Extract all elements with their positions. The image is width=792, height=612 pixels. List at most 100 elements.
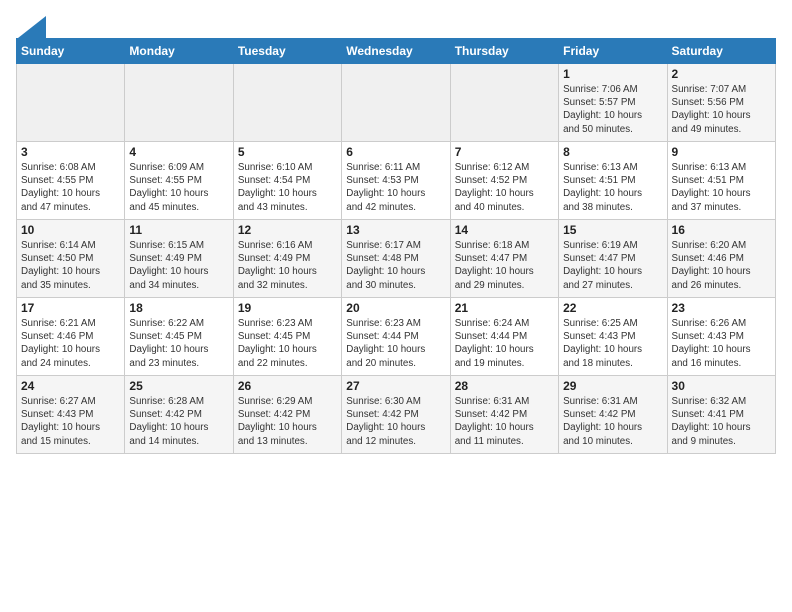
day-number: 29 (563, 379, 662, 393)
calendar-cell (233, 64, 341, 142)
day-info: Sunrise: 6:24 AM Sunset: 4:44 PM Dayligh… (455, 317, 554, 370)
calendar-cell: 14 Sunrise: 6:18 AM Sunset: 4:47 PM Dayli… (450, 220, 558, 298)
day-number: 21 (455, 301, 554, 315)
calendar-cell (342, 64, 450, 142)
week-row-4: 17Sunrise: 6:21 AM Sunset: 4:46 PM Dayli… (17, 298, 776, 376)
header-row: SundayMondayTuesdayWednesdayThursdayFrid… (17, 39, 776, 64)
calendar-cell: 18Sunrise: 6:22 AM Sunset: 4:45 PM Dayli… (125, 298, 233, 376)
day-number: 30 (672, 379, 771, 393)
day-number: 1 (563, 67, 662, 81)
header (16, 12, 776, 34)
calendar-cell: 11Sunrise: 6:15 AM Sunset: 4:49 PM Dayli… (125, 220, 233, 298)
day-number: 20 (346, 301, 445, 315)
day-number: 7 (455, 145, 554, 159)
day-info: Sunrise: 6:11 AM Sunset: 4:53 PM Dayligh… (346, 161, 445, 214)
day-info: Sunrise: 7:06 AM Sunset: 5:57 PM Dayligh… (563, 83, 662, 136)
day-number: 26 (238, 379, 337, 393)
calendar-cell: 8Sunrise: 6:13 AM Sunset: 4:51 PM Daylig… (559, 142, 667, 220)
day-number: 3 (21, 145, 120, 159)
week-row-2: 3 Sunrise: 6:08 AM Sunset: 4:55 PM Daylig… (17, 142, 776, 220)
day-info: Sunrise: 6:10 AM Sunset: 4:54 PM Dayligh… (238, 161, 337, 214)
day-info: Sunrise: 6:20 AM Sunset: 4:46 PM Dayligh… (672, 239, 771, 292)
calendar-cell: 12 Sunrise: 6:16 AM Sunset: 4:49 PM Dayli… (233, 220, 341, 298)
day-number: 22 (563, 301, 662, 315)
calendar-cell: 24 Sunrise: 6:27 AM Sunset: 4:43 PM Dayli… (17, 376, 125, 454)
day-number: 6 (346, 145, 445, 159)
day-info: Sunrise: 6:18 AM Sunset: 4:47 PM Dayligh… (455, 239, 554, 292)
calendar-cell: 6 Sunrise: 6:11 AM Sunset: 4:53 PM Daylig… (342, 142, 450, 220)
day-info: Sunrise: 6:23 AM Sunset: 4:44 PM Dayligh… (346, 317, 445, 370)
calendar-cell: 17Sunrise: 6:21 AM Sunset: 4:46 PM Dayli… (17, 298, 125, 376)
day-header-wednesday: Wednesday (342, 39, 450, 64)
day-number: 9 (672, 145, 771, 159)
calendar-cell (125, 64, 233, 142)
day-header-thursday: Thursday (450, 39, 558, 64)
day-info: Sunrise: 6:16 AM Sunset: 4:49 PM Dayligh… (238, 239, 337, 292)
calendar-cell: 4Sunrise: 6:09 AM Sunset: 4:55 PM Daylig… (125, 142, 233, 220)
day-info: Sunrise: 6:27 AM Sunset: 4:43 PM Dayligh… (21, 395, 120, 448)
day-header-saturday: Saturday (667, 39, 775, 64)
day-number: 13 (346, 223, 445, 237)
week-row-5: 24 Sunrise: 6:27 AM Sunset: 4:43 PM Dayli… (17, 376, 776, 454)
logo (16, 16, 46, 34)
calendar-cell: 30 Sunrise: 6:32 AM Sunset: 4:41 PM Dayli… (667, 376, 775, 454)
calendar-cell: 22 Sunrise: 6:25 AM Sunset: 4:43 PM Dayli… (559, 298, 667, 376)
calendar-cell: 1 Sunrise: 7:06 AM Sunset: 5:57 PM Daylig… (559, 64, 667, 142)
day-info: Sunrise: 6:17 AM Sunset: 4:48 PM Dayligh… (346, 239, 445, 292)
calendar-cell: 21 Sunrise: 6:24 AM Sunset: 4:44 PM Dayli… (450, 298, 558, 376)
calendar-cell: 9 Sunrise: 6:13 AM Sunset: 4:51 PM Daylig… (667, 142, 775, 220)
day-info: Sunrise: 6:22 AM Sunset: 4:45 PM Dayligh… (129, 317, 228, 370)
day-info: Sunrise: 7:07 AM Sunset: 5:56 PM Dayligh… (672, 83, 771, 136)
day-number: 24 (21, 379, 120, 393)
week-row-1: 1 Sunrise: 7:06 AM Sunset: 5:57 PM Daylig… (17, 64, 776, 142)
calendar-cell: 20 Sunrise: 6:23 AM Sunset: 4:44 PM Dayli… (342, 298, 450, 376)
day-info: Sunrise: 6:21 AM Sunset: 4:46 PM Dayligh… (21, 317, 120, 370)
calendar-cell: 26Sunrise: 6:29 AM Sunset: 4:42 PM Dayli… (233, 376, 341, 454)
calendar-cell: 10 Sunrise: 6:14 AM Sunset: 4:50 PM Dayli… (17, 220, 125, 298)
day-number: 4 (129, 145, 228, 159)
day-number: 28 (455, 379, 554, 393)
day-info: Sunrise: 6:26 AM Sunset: 4:43 PM Dayligh… (672, 317, 771, 370)
day-info: Sunrise: 6:31 AM Sunset: 4:42 PM Dayligh… (563, 395, 662, 448)
calendar-cell: 29 Sunrise: 6:31 AM Sunset: 4:42 PM Dayli… (559, 376, 667, 454)
day-info: Sunrise: 6:32 AM Sunset: 4:41 PM Dayligh… (672, 395, 771, 448)
calendar-body: 1 Sunrise: 7:06 AM Sunset: 5:57 PM Daylig… (17, 64, 776, 454)
day-number: 15 (563, 223, 662, 237)
day-number: 5 (238, 145, 337, 159)
day-info: Sunrise: 6:13 AM Sunset: 4:51 PM Dayligh… (672, 161, 771, 214)
calendar-cell: 15 Sunrise: 6:19 AM Sunset: 4:47 PM Dayli… (559, 220, 667, 298)
calendar-cell: 16 Sunrise: 6:20 AM Sunset: 4:46 PM Dayli… (667, 220, 775, 298)
calendar-cell: 28 Sunrise: 6:31 AM Sunset: 4:42 PM Dayli… (450, 376, 558, 454)
calendar-cell: 25Sunrise: 6:28 AM Sunset: 4:42 PM Dayli… (125, 376, 233, 454)
day-header-friday: Friday (559, 39, 667, 64)
day-info: Sunrise: 6:30 AM Sunset: 4:42 PM Dayligh… (346, 395, 445, 448)
day-header-tuesday: Tuesday (233, 39, 341, 64)
day-number: 27 (346, 379, 445, 393)
day-header-sunday: Sunday (17, 39, 125, 64)
day-number: 10 (21, 223, 120, 237)
day-number: 23 (672, 301, 771, 315)
day-info: Sunrise: 6:19 AM Sunset: 4:47 PM Dayligh… (563, 239, 662, 292)
day-info: Sunrise: 6:25 AM Sunset: 4:43 PM Dayligh… (563, 317, 662, 370)
day-number: 8 (563, 145, 662, 159)
calendar-cell: 7Sunrise: 6:12 AM Sunset: 4:52 PM Daylig… (450, 142, 558, 220)
day-number: 11 (129, 223, 228, 237)
calendar-cell (17, 64, 125, 142)
day-number: 16 (672, 223, 771, 237)
calendar: SundayMondayTuesdayWednesdayThursdayFrid… (16, 38, 776, 454)
day-info: Sunrise: 6:14 AM Sunset: 4:50 PM Dayligh… (21, 239, 120, 292)
logo-icon (18, 16, 46, 38)
day-number: 19 (238, 301, 337, 315)
day-header-monday: Monday (125, 39, 233, 64)
day-number: 14 (455, 223, 554, 237)
day-info: Sunrise: 6:28 AM Sunset: 4:42 PM Dayligh… (129, 395, 228, 448)
day-info: Sunrise: 6:31 AM Sunset: 4:42 PM Dayligh… (455, 395, 554, 448)
calendar-cell: 2 Sunrise: 7:07 AM Sunset: 5:56 PM Daylig… (667, 64, 775, 142)
day-info: Sunrise: 6:08 AM Sunset: 4:55 PM Dayligh… (21, 161, 120, 214)
day-number: 2 (672, 67, 771, 81)
calendar-cell: 13 Sunrise: 6:17 AM Sunset: 4:48 PM Dayli… (342, 220, 450, 298)
day-info: Sunrise: 6:23 AM Sunset: 4:45 PM Dayligh… (238, 317, 337, 370)
calendar-header: SundayMondayTuesdayWednesdayThursdayFrid… (17, 39, 776, 64)
calendar-cell: 3 Sunrise: 6:08 AM Sunset: 4:55 PM Daylig… (17, 142, 125, 220)
day-number: 12 (238, 223, 337, 237)
